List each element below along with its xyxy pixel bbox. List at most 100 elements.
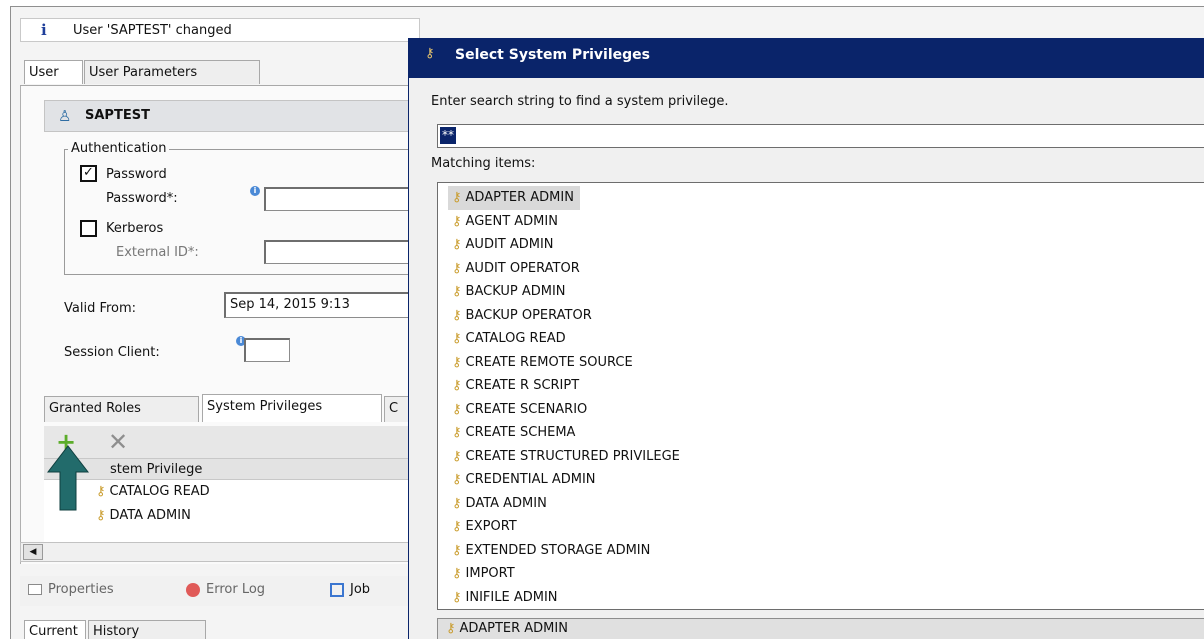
- tab-properties-label: Properties: [48, 582, 114, 597]
- key-icon: ⚷: [452, 190, 462, 205]
- key-icon: ⚷: [452, 495, 462, 511]
- kerberos-label: Kerberos: [106, 221, 164, 236]
- horizontal-scrollbar[interactable]: ◀: [20, 542, 414, 562]
- privilege-list-item[interactable]: ⚷ DATA ADMIN: [448, 492, 553, 516]
- key-icon: ⚷: [452, 472, 462, 487]
- key-icon: ⚷: [452, 284, 462, 299]
- privilege-list-item[interactable]: ⚷ CREATE STRUCTURED PRIVILEGE: [448, 445, 686, 469]
- list-item-label: CATALOG READ: [109, 484, 210, 499]
- privilege-list-item[interactable]: ⚷ AGENT ADMIN: [448, 210, 564, 234]
- status-item-label: ADAPTER ADMIN: [459, 621, 568, 636]
- session-client-input[interactable]: [244, 338, 290, 362]
- privilege-list-item[interactable]: ⚷ CREATE REMOTE SOURCE: [448, 351, 639, 375]
- select-system-privileges-dialog: ⚷ Select System Privileges Enter search …: [408, 38, 1204, 639]
- privilege-list-item-label: AGENT ADMIN: [465, 213, 558, 229]
- privilege-list-item[interactable]: ⚷ IMPORT: [448, 562, 521, 586]
- tab-current[interactable]: Current: [24, 620, 86, 639]
- password-checkbox[interactable]: ✓: [80, 165, 97, 182]
- tab-user[interactable]: User: [24, 60, 83, 84]
- privilege-list-item-label: CREATE SCHEMA: [465, 425, 576, 440]
- list-item[interactable]: ⚷ DATA ADMIN: [96, 508, 191, 523]
- key-icon: ⚷: [452, 213, 462, 229]
- privilege-list-item[interactable]: ⚷ AUDIT ADMIN: [448, 233, 560, 257]
- key-icon: ⚷: [452, 260, 462, 276]
- privilege-toolbar: + ✕: [44, 426, 414, 458]
- key-icon: ⚷: [452, 378, 462, 393]
- key-icon: ⚷: [452, 448, 462, 464]
- tab-error-log[interactable]: Error Log: [186, 582, 265, 597]
- key-icon: ⚷: [452, 519, 462, 534]
- privilege-list-item[interactable]: ⚷ CREATE SCENARIO: [448, 398, 593, 422]
- error-log-icon: [186, 582, 200, 597]
- privilege-list-item[interactable]: ⚷ BACKUP OPERATOR: [448, 304, 598, 328]
- tab-system-privileges-label: System Privileges: [207, 399, 323, 414]
- privilege-list-item[interactable]: ⚷ CREATE SCHEMA: [448, 421, 581, 445]
- scroll-left-icon[interactable]: ◀: [23, 544, 43, 560]
- tab-job[interactable]: Job: [330, 582, 370, 597]
- privilege-list-item-label: AUDIT ADMIN: [465, 237, 554, 252]
- privilege-list-item[interactable]: ⚷ CATALOG READ: [448, 327, 572, 351]
- tab-user-parameters[interactable]: User Parameters: [84, 60, 260, 84]
- key-icon: ⚷: [96, 484, 106, 499]
- tab-system-privileges[interactable]: System Privileges: [202, 394, 382, 422]
- key-icon: ⚷: [452, 401, 462, 417]
- privilege-list-item[interactable]: ⚷ AUDIT OPERATOR: [448, 257, 586, 281]
- key-icon: ⚷: [452, 542, 462, 558]
- tab-user-label: User: [29, 65, 59, 80]
- tab-error-log-label: Error Log: [206, 582, 266, 597]
- valid-from-input[interactable]: Sep 14, 2015 9:13: [224, 292, 414, 318]
- privilege-list-item[interactable]: ⚷ EXTENDED STORAGE ADMIN: [448, 539, 656, 563]
- session-client-label: Session Client:: [64, 345, 160, 360]
- privilege-list-item[interactable]: ⚷ INIFILE ADMIN: [448, 586, 564, 610]
- password-info-icon: i: [250, 186, 260, 196]
- privilege-list-item[interactable]: ⚷ BACKUP ADMIN: [448, 280, 572, 304]
- privilege-list: ⚷ CATALOG READ ⚷ DATA ADMIN: [44, 480, 414, 542]
- tab-properties[interactable]: Properties: [28, 582, 114, 597]
- remove-icon[interactable]: ✕: [108, 428, 128, 456]
- list-item[interactable]: ⚷ CATALOG READ: [96, 484, 210, 499]
- key-icon: ⚷: [452, 354, 462, 370]
- privilege-list-item[interactable]: ⚷ CREATE R SCRIPT: [448, 374, 585, 398]
- privilege-list-item-label: INIFILE ADMIN: [465, 589, 558, 605]
- info-message: User 'SAPTEST' changed: [73, 23, 232, 38]
- key-icon: ⚷: [452, 566, 462, 581]
- valid-from-value: Sep 14, 2015 9:13: [230, 297, 350, 312]
- kerberos-checkbox[interactable]: [80, 220, 97, 237]
- privilege-list-item-label: CATALOG READ: [465, 331, 566, 346]
- key-icon: ⚷: [425, 46, 435, 61]
- password-label: Password: [106, 167, 167, 182]
- key-icon: ⚷: [452, 307, 462, 323]
- key-icon: ⚷: [452, 425, 462, 440]
- external-id-label: External ID*:: [116, 245, 199, 260]
- privilege-list-item-label: CREATE REMOTE SOURCE: [465, 354, 633, 370]
- privilege-list-item-label: EXPORT: [465, 519, 517, 534]
- properties-icon: [28, 584, 42, 595]
- privilege-column-header[interactable]: stem Privilege: [110, 462, 202, 477]
- privilege-list-item-label: BACKUP ADMIN: [465, 284, 566, 299]
- tab-partial-label: C: [389, 401, 399, 416]
- privilege-list-item[interactable]: ⚷ EXPORT: [448, 515, 523, 539]
- tab-user-parameters-label: User Parameters: [89, 65, 198, 80]
- search-value: **: [440, 127, 456, 144]
- list-item-label: DATA ADMIN: [109, 508, 191, 523]
- privilege-list-item-label: CREDENTIAL ADMIN: [465, 472, 596, 487]
- tab-granted-roles[interactable]: Granted Roles: [44, 396, 199, 422]
- matching-items-list: ⚷ ADAPTER ADMIN ⚷ AGENT ADMIN ⚷ AUDIT ADMIN ⚷ A…: [437, 182, 1204, 610]
- privilege-list-header: stem Privilege: [44, 458, 414, 480]
- privilege-list-item-label: CREATE R SCRIPT: [465, 378, 580, 393]
- key-icon: ⚷: [452, 331, 462, 346]
- privilege-list-item[interactable]: ⚷ CREDENTIAL ADMIN: [448, 468, 602, 492]
- external-id-input[interactable]: [264, 240, 414, 264]
- tab-history[interactable]: History: [88, 620, 206, 639]
- tab-job-label: Job: [350, 582, 371, 597]
- search-input[interactable]: **: [437, 124, 1204, 148]
- privilege-list-item[interactable]: ⚷ ADAPTER ADMIN: [448, 186, 580, 210]
- dialog-title-bar[interactable]: ⚷ Select System Privileges: [409, 38, 1204, 78]
- privilege-list-item-label: BACKUP OPERATOR: [465, 307, 592, 323]
- password-input[interactable]: [264, 187, 414, 211]
- privilege-list-item-label: IMPORT: [465, 566, 515, 581]
- user-name: SAPTEST: [85, 108, 150, 123]
- privilege-list-item-label: ADAPTER ADMIN: [465, 190, 574, 205]
- tab-current-label: Current: [29, 624, 78, 639]
- privilege-list-item-label: CREATE SCENARIO: [465, 401, 588, 417]
